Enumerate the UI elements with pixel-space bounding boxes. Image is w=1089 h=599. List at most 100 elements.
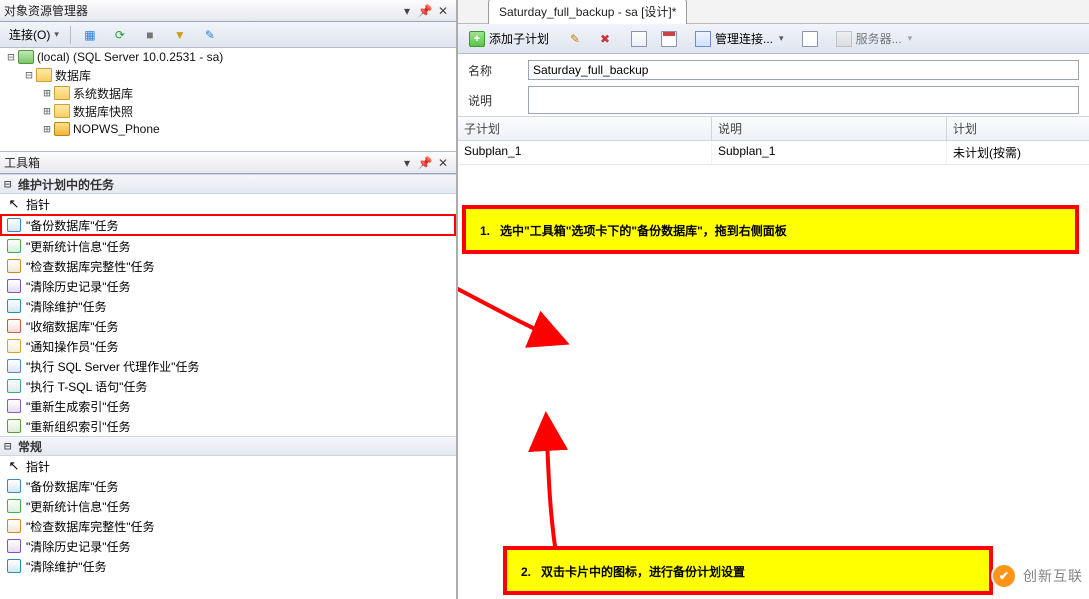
tree-twisty[interactable]: ⊞ [40, 86, 54, 100]
tree-node-nopws[interactable]: ⊞NOPWS_Phone [0, 120, 456, 138]
toolbox-item-label: "执行 T-SQL 语句"任务 [26, 378, 147, 395]
toolbox-item-label: "更新统计信息"任务 [26, 238, 131, 255]
cleanup-maint-icon [6, 558, 22, 574]
toolbox-item[interactable]: "备份数据库"任务 [0, 476, 456, 496]
toolbox-item[interactable]: "收缩数据库"任务 [0, 316, 456, 336]
toolbox-item-label: "执行 SQL Server 代理作业"任务 [26, 358, 199, 375]
servers-button[interactable]: 服务器... [831, 27, 918, 51]
separator [70, 26, 71, 44]
object-explorer-toolbar: 连接(O) ▦ ⟳ ■ ▼ ✎ [0, 22, 456, 48]
shrink-db-icon [6, 318, 22, 334]
toolbox-item-label: "备份数据库"任务 [26, 217, 119, 234]
connect-button[interactable]: 连接(O) [4, 24, 64, 46]
col-sched[interactable]: 计划 [947, 117, 1089, 140]
toolbox-item[interactable]: "执行 SQL Server 代理作业"任务 [0, 356, 456, 376]
toolbox-item[interactable]: "备份数据库"任务 [0, 214, 456, 236]
toolbox-item[interactable]: "检查数据库完整性"任务 [0, 256, 456, 276]
cleanup-history-icon [6, 538, 22, 554]
connection-icon [695, 31, 711, 47]
col-subplan[interactable]: 子计划 [458, 117, 712, 140]
annotation-callout-1: 1.选中"工具箱"选项卡下的"备份数据库"，拖到右侧面板 [462, 205, 1079, 254]
manage-conn-button[interactable]: 管理连接... [690, 27, 789, 51]
tree-node-server[interactable]: ⊟(local) (SQL Server 10.0.2531 - sa) [0, 48, 456, 66]
toolbox-item-label: "清除维护"任务 [26, 298, 107, 315]
annotation-callout-2: 2.双击卡片中的图标，进行备份计划设置 [503, 546, 993, 595]
pin-icon[interactable]: 📌 [416, 3, 434, 19]
tree-node-snapshot[interactable]: ⊞数据库快照 [0, 102, 456, 120]
tree-node-databases[interactable]: ⊟数据库 [0, 66, 456, 84]
desc-input[interactable] [528, 86, 1079, 114]
notify-icon [6, 338, 22, 354]
toolbox-item[interactable]: "重新生成索引"任务 [0, 396, 456, 416]
desc-label: 说明 [468, 92, 528, 109]
toolbox-item-label: "检查数据库完整性"任务 [26, 258, 155, 275]
name-input[interactable] [528, 60, 1079, 80]
schedule-button[interactable] [656, 27, 682, 51]
check-db-icon [6, 258, 22, 274]
toolbox-item-label: "通知操作员"任务 [26, 338, 119, 355]
exec-tsql-icon [6, 378, 22, 394]
new-query-button[interactable]: ▦ [77, 24, 103, 46]
rebuild-index-icon [6, 398, 22, 414]
design-surface[interactable]: 1.选中"工具箱"选项卡下的"备份数据库"，拖到右侧面板 "备份数据库"任务 [458, 165, 1089, 599]
toolbox-header: 工具箱 ▾ 📌 ✕ [0, 152, 456, 174]
toolbox-item[interactable]: "通知操作员"任务 [0, 336, 456, 356]
script-button[interactable]: ✎ [197, 24, 223, 46]
tree-twisty[interactable]: ⊞ [40, 104, 54, 118]
grid-button[interactable] [626, 27, 652, 51]
tree-twisty[interactable]: ⊟ [22, 68, 36, 82]
folder-icon [36, 68, 52, 82]
toolbox-item-label: "备份数据库"任务 [26, 478, 119, 495]
add-subplan-button[interactable]: 添加子计划 [464, 27, 554, 51]
tree-twisty[interactable]: ⊟ [4, 50, 18, 64]
plus-icon [469, 31, 485, 47]
folder-icon [54, 104, 70, 118]
toolbox-item[interactable]: "清除维护"任务 [0, 556, 456, 576]
toolbox-group-general[interactable]: ⊟常规 [0, 436, 456, 456]
update-stats-icon [6, 498, 22, 514]
cleanup-history-icon [6, 278, 22, 294]
toolbox-item[interactable]: "执行 T-SQL 语句"任务 [0, 376, 456, 396]
toolbox-item[interactable]: ↖指针 [0, 456, 456, 476]
tree-twisty[interactable]: ⊞ [40, 122, 54, 136]
edit-button[interactable]: ✎ [562, 27, 588, 51]
toolbox-item-label: "检查数据库完整性"任务 [26, 518, 155, 535]
toolbox-item-label: "更新统计信息"任务 [26, 498, 131, 515]
toolbox-item-label: "清除历史记录"任务 [26, 278, 131, 295]
toolbox-item[interactable]: "清除历史记录"任务 [0, 536, 456, 556]
toolbox-item[interactable]: ↖指针 [0, 194, 456, 214]
toolbox-group-maint[interactable]: ⊟维护计划中的任务 [0, 174, 456, 194]
backup-db-icon [6, 217, 22, 233]
object-explorer-title: 对象资源管理器 [4, 2, 398, 19]
toolbox-item[interactable]: "更新统计信息"任务 [0, 236, 456, 256]
cell-desc: Subplan_1 [712, 141, 947, 164]
toolbox-item-label: "重新生成索引"任务 [26, 398, 131, 415]
tree-node-system-db[interactable]: ⊞系统数据库 [0, 84, 456, 102]
toolbox-item[interactable]: "检查数据库完整性"任务 [0, 516, 456, 536]
pin-icon[interactable]: 📌 [416, 155, 434, 171]
designer-tab[interactable]: Saturday_full_backup - sa [设计]* [488, 0, 687, 24]
cell-sched: 未计划(按需) [947, 141, 1089, 164]
object-explorer-tree[interactable]: ⊟(local) (SQL Server 10.0.2531 - sa) ⊟数据… [0, 48, 456, 152]
col-desc[interactable]: 说明 [712, 117, 947, 140]
refresh-button[interactable]: ⟳ [107, 24, 133, 46]
toolbox-item[interactable]: "清除维护"任务 [0, 296, 456, 316]
exec-agent-icon [6, 358, 22, 374]
dropdown-icon[interactable]: ▾ [398, 155, 416, 171]
stop-button[interactable]: ■ [137, 24, 163, 46]
toolbox-title: 工具箱 [4, 154, 398, 171]
toolbox-item[interactable]: "重新组织索引"任务 [0, 416, 456, 436]
report-button[interactable] [797, 27, 823, 51]
toolbox-item[interactable]: "清除历史记录"任务 [0, 276, 456, 296]
toolbox-item[interactable]: "更新统计信息"任务 [0, 496, 456, 516]
delete-button[interactable]: ✖ [592, 27, 618, 51]
close-icon[interactable]: ✕ [434, 3, 452, 19]
dropdown-icon[interactable]: ▾ [398, 3, 416, 19]
watermark: ✔ 创新互联 [991, 563, 1083, 589]
close-icon[interactable]: ✕ [434, 155, 452, 171]
cleanup-maint-icon [6, 298, 22, 314]
subplan-row[interactable]: Subplan_1 Subplan_1 未计划(按需) [458, 141, 1089, 165]
filter-button[interactable]: ▼ [167, 24, 193, 46]
toolbox-item-label: "重新组织索引"任务 [26, 418, 131, 435]
toolbox-list[interactable]: ⊟维护计划中的任务 ↖指针 "备份数据库"任务 "更新统计信息"任务 "检查数据库完整… [0, 174, 456, 599]
